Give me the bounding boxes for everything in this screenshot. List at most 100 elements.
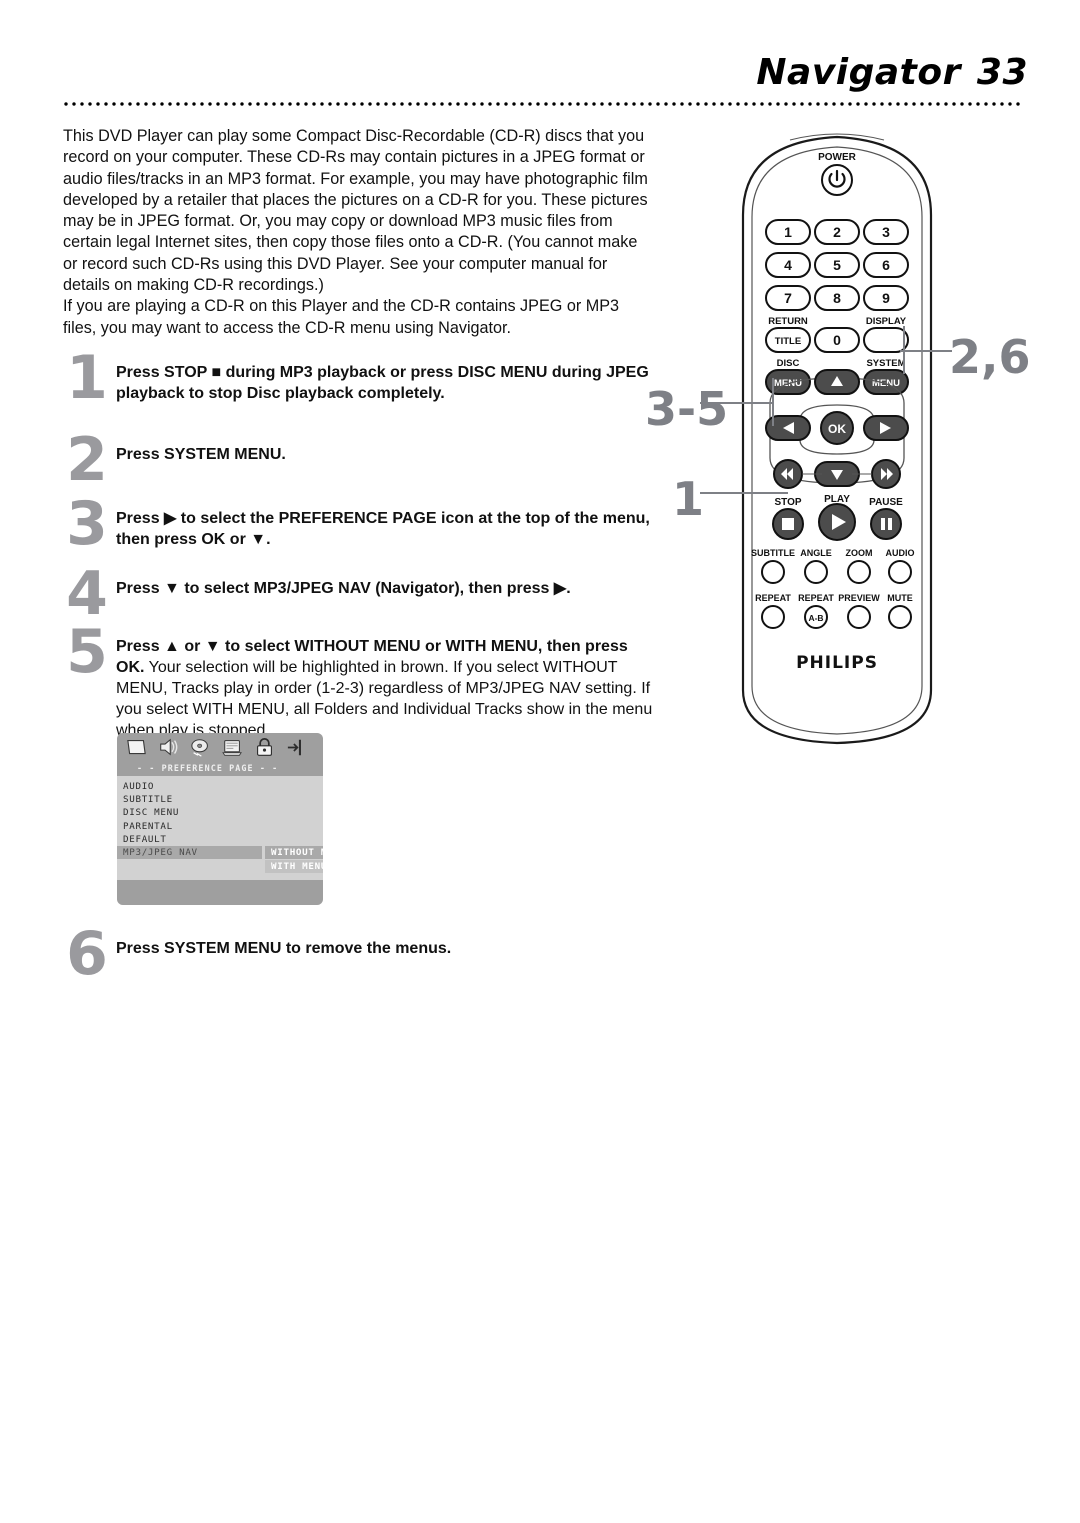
step-text: Press SYSTEM MENU to remove the menus. — [116, 938, 660, 959]
step-number: 1 — [66, 343, 108, 413]
audio-button[interactable] — [888, 560, 912, 584]
title-button[interactable]: TITLE — [765, 327, 811, 353]
preference-page-icon — [222, 740, 242, 756]
osd-option-with-menu[interactable]: WITH MENU — [265, 860, 323, 874]
osd-footer-bar — [117, 880, 323, 905]
pause-button[interactable] — [870, 508, 902, 540]
osd-row-default[interactable]: DEFAULT — [117, 833, 262, 846]
ok-key-label: OK — [828, 422, 846, 436]
page-header: Navigator 33 — [0, 0, 1080, 115]
osd-row-parental[interactable]: PARENTAL — [117, 820, 262, 833]
preview-label: PREVIEW — [838, 593, 880, 603]
key-5[interactable]: 5 — [814, 252, 860, 278]
osd-preference-page-screenshot: - - PREFERENCE PAGE - - AUDIO SUBTITLE D… — [117, 733, 323, 905]
key-6[interactable]: 6 — [863, 252, 909, 278]
key-label: 1 — [784, 224, 792, 240]
step-1: 1 Press STOP ■ during MP3 playback or pr… — [60, 348, 660, 408]
instruction-step-6-wrap: 6 Press SYSTEM MENU to remove the menus. — [60, 924, 660, 984]
osd-row-mp3-jpeg-nav[interactable]: MP3/JPEG NAV — [117, 845, 262, 860]
key-2[interactable]: 2 — [814, 219, 860, 245]
step-number: 4 — [66, 559, 108, 629]
key-0[interactable]: 0 — [814, 327, 860, 353]
step-number: 3 — [66, 489, 108, 559]
stop-square-icon — [782, 518, 794, 530]
step-text-bold: Press STOP ■ during MP3 playback or pres… — [116, 364, 649, 402]
arrow-right-button[interactable] — [863, 415, 909, 441]
intro-paragraph-1: This DVD Player can play some Compact Di… — [63, 127, 648, 295]
numeric-keypad: 1 2 3 4 5 6 7 8 9 — [765, 219, 909, 311]
intro-paragraph-2: If you are playing a CD-R on this Player… — [63, 297, 620, 337]
step-text-bold: Press SYSTEM MENU. — [116, 446, 286, 463]
step-6: 6 Press SYSTEM MENU to remove the menus. — [60, 924, 660, 984]
system-label: SYSTEM — [866, 358, 905, 369]
repeat-ab-key-label: A-B — [808, 613, 823, 623]
arrow-up-button[interactable] — [814, 369, 860, 395]
osd-row-audio[interactable]: AUDIO — [117, 780, 262, 793]
play-button[interactable] — [818, 503, 856, 541]
display-label: DISPLAY — [866, 316, 907, 327]
page-title: Navigator 33 — [756, 52, 1028, 93]
osd-icon-bar — [117, 733, 323, 762]
parental-lock-icon — [257, 738, 272, 756]
header-dotted-rule — [62, 102, 1022, 106]
osd-menu-list: AUDIO SUBTITLE DISC MENU PARENTAL DEFAUL… — [117, 776, 323, 876]
mute-button[interactable] — [888, 605, 912, 629]
return-label: RETURN — [768, 316, 808, 327]
next-track-button[interactable] — [871, 459, 901, 489]
repeat-button[interactable] — [761, 605, 785, 629]
key-1[interactable]: 1 — [765, 219, 811, 245]
key-label: 3 — [882, 224, 890, 240]
display-button[interactable] — [863, 327, 909, 353]
step-3: 3 Press ▶ to select the PREFERENCE PAGE … — [60, 494, 660, 554]
key-label: 7 — [784, 290, 792, 306]
page-number: 33 — [976, 52, 1028, 93]
remote-control-svg: POWER 1 2 3 4 5 6 7 8 9 RETURN DISPLAY T… — [741, 133, 933, 745]
key-4[interactable]: 4 — [765, 252, 811, 278]
pause-bars-icon — [881, 518, 885, 530]
key-7[interactable]: 7 — [765, 285, 811, 311]
step-text: Press SYSTEM MENU. — [116, 444, 660, 465]
key-9[interactable]: 9 — [863, 285, 909, 311]
step-text-bold: Press SYSTEM MENU to remove the menus. — [116, 940, 452, 957]
angle-label: ANGLE — [800, 548, 832, 558]
callout-leader-2-6-vertical — [903, 326, 905, 374]
key-label: 5 — [833, 257, 841, 273]
stop-label: STOP — [774, 497, 801, 508]
intro-text: This DVD Player can play some Compact Di… — [63, 126, 653, 339]
system-menu-button[interactable]: MENU — [863, 369, 909, 395]
step-text-normal: Your selection will be highlighted in br… — [116, 659, 653, 739]
power-button[interactable] — [821, 164, 853, 196]
osd-row-subtitle[interactable]: SUBTITLE — [117, 793, 262, 806]
key-label: 2 — [833, 224, 841, 240]
step-text: Press ▶ to select the PREFERENCE PAGE ic… — [116, 508, 660, 550]
callout-leader-2-6 — [900, 350, 952, 352]
key-3[interactable]: 3 — [863, 219, 909, 245]
key-8[interactable]: 8 — [814, 285, 860, 311]
speaker-audio-icon — [160, 738, 178, 756]
power-label: POWER — [818, 152, 857, 163]
mute-label: MUTE — [887, 593, 913, 603]
previous-track-button[interactable] — [773, 459, 803, 489]
step-number: 2 — [66, 425, 108, 495]
subtitle-button[interactable] — [761, 560, 785, 584]
angle-button[interactable] — [804, 560, 828, 584]
callout-1: 1 — [672, 472, 705, 526]
callout-leader-1 — [700, 492, 788, 494]
osd-row-disc-menu[interactable]: DISC MENU — [117, 806, 262, 819]
key-label: 0 — [833, 332, 841, 348]
ok-button[interactable]: OK — [820, 411, 854, 445]
stop-button[interactable] — [772, 508, 804, 540]
repeat-ab-button[interactable]: A-B — [804, 605, 828, 629]
zoom-button[interactable] — [847, 560, 871, 584]
step-5: 5 Press ▲ or ▼ to select WITHOUT MENU or… — [60, 622, 660, 741]
disc-icon — [191, 739, 208, 757]
preview-button[interactable] — [847, 605, 871, 629]
zoom-label: ZOOM — [846, 548, 873, 558]
callout-leader-3-5-vertical — [772, 378, 774, 426]
page-title-text: Navigator — [756, 52, 961, 93]
step-number: 6 — [66, 919, 108, 989]
audio-label: AUDIO — [886, 548, 915, 558]
remote-control-diagram: POWER 1 2 3 4 5 6 7 8 9 RETURN DISPLAY T… — [640, 120, 1080, 760]
instruction-steps: 1 Press STOP ■ during MP3 playback or pr… — [60, 348, 660, 741]
osd-option-without-menu[interactable]: WITHOUT MENU — [265, 846, 323, 860]
